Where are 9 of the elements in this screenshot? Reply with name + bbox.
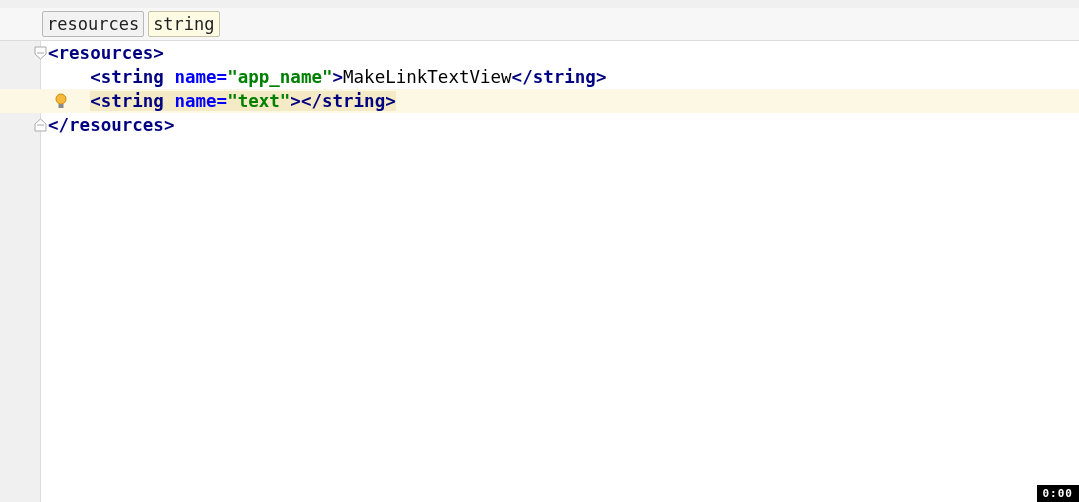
breadcrumb[interactable]: resources <box>42 11 145 37</box>
fold-icon[interactable] <box>34 118 47 132</box>
fold-icon[interactable] <box>34 46 47 60</box>
code-line: <string name="app_name">MakeLinkTextView</string> <box>89 66 607 89</box>
code-line: <resources> <box>48 42 164 65</box>
timer-badge: 0:00 <box>1036 485 1079 502</box>
code-line: </resources> <box>48 114 175 137</box>
breadcrumb[interactable]: string <box>148 11 220 37</box>
lightbulb-icon[interactable] <box>55 93 67 109</box>
